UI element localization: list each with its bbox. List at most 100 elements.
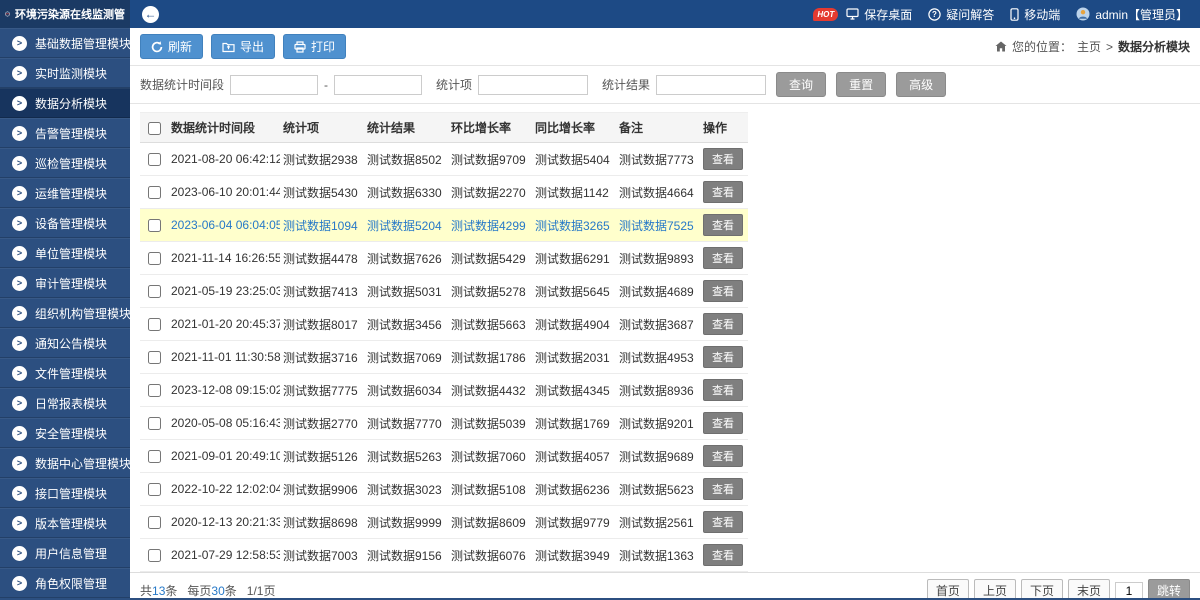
time-from-input[interactable] [230,75,318,95]
table-row: 2021-07-29 12:58:53测试数据7003测试数据9156测试数据6… [140,539,748,572]
breadcrumb-current: 数据分析模块 [1118,38,1190,55]
breadcrumb-home[interactable]: 主页 [1077,38,1101,55]
sidebar-item[interactable]: >运维管理模块 [0,178,130,208]
jump-button[interactable]: 跳转 [1148,579,1190,600]
table-row: 2021-11-14 16:26:55测试数据4478测试数据7626测试数据5… [140,242,748,275]
sidebar-item[interactable]: >版本管理模块 [0,508,130,538]
sidebar-item[interactable]: >基础数据管理模块 [0,28,130,58]
sidebar-item-label: 巡检管理模块 [35,155,107,172]
sidebar-item[interactable]: >巡检管理模块 [0,148,130,178]
sidebar-item[interactable]: >设备管理模块 [0,208,130,238]
row-checkbox[interactable] [148,219,161,232]
row-checkbox[interactable] [148,384,161,397]
sidebar-item[interactable]: >文件管理模块 [0,358,130,388]
row-checkbox[interactable] [148,483,161,496]
row-checkbox[interactable] [148,318,161,331]
save-desktop-button[interactable]: 保存桌面 [846,6,912,23]
stat-result-input[interactable] [656,75,766,95]
sidebar-item[interactable]: >单位管理模块 [0,238,130,268]
view-button[interactable]: 查看 [703,346,743,368]
cell-mom-rate: 测试数据9709 [448,143,532,176]
view-button[interactable]: 查看 [703,478,743,500]
page-nav-button[interactable]: 上页 [974,579,1016,600]
cell-yoy-rate: 测试数据6291 [532,242,616,275]
sidebar-item[interactable]: >告警管理模块 [0,118,130,148]
view-button[interactable]: 查看 [703,214,743,236]
refresh-icon [151,41,163,53]
row-checkbox[interactable] [148,351,161,364]
time-to-input[interactable] [334,75,422,95]
cell-stat-item: 测试数据2770 [280,407,364,440]
sidebar: >基础数据管理模块>实时监测模块>数据分析模块>告警管理模块>巡检管理模块>运维… [0,28,130,598]
cell-remark: 测试数据9893 [616,242,700,275]
sidebar-item[interactable]: >组织机构管理模块 [0,298,130,328]
jump-page-input[interactable] [1115,582,1143,600]
sidebar-item[interactable]: >数据分析模块 [0,88,130,118]
refresh-button[interactable]: 刷新 [140,34,203,59]
cell-yoy-rate: 测试数据1769 [532,407,616,440]
cell-mom-rate: 测试数据5108 [448,473,532,506]
pagination-bar: 共13条 每页30条 1/1页 首页上页下页末页 跳转 [130,572,1200,600]
sidebar-item[interactable]: >日常报表模块 [0,388,130,418]
view-button[interactable]: 查看 [703,148,743,170]
view-button[interactable]: 查看 [703,280,743,302]
phone-icon [1010,8,1019,21]
column-header: 统计结果 [364,113,448,143]
row-checkbox[interactable] [148,417,161,430]
select-all-checkbox[interactable] [148,122,161,135]
view-button[interactable]: 查看 [703,511,743,533]
cell-yoy-rate: 测试数据5645 [532,275,616,308]
per-page-text: 每页30条 [187,582,236,599]
view-button[interactable]: 查看 [703,313,743,335]
view-button[interactable]: 查看 [703,379,743,401]
sidebar-item-label: 用户信息管理 [35,545,107,562]
page-nav-button[interactable]: 末页 [1068,579,1110,600]
row-checkbox[interactable] [148,153,161,166]
header-actions: HOT 保存桌面 ? 疑问解答 移动端 admin【管理员】 [813,6,1188,23]
reset-button[interactable]: 重置 [836,72,886,97]
stat-item-input[interactable] [478,75,588,95]
user-menu[interactable]: admin【管理员】 [1076,6,1188,23]
view-button[interactable]: 查看 [703,445,743,467]
page-nav-button[interactable]: 首页 [927,579,969,600]
cell-stat-result: 测试数据5263 [364,440,448,473]
pagination-summary: 共13条 每页30条 1/1页 [140,582,275,599]
row-checkbox[interactable] [148,285,161,298]
export-button[interactable]: 导出 [211,34,275,59]
cell-stat-item: 测试数据3716 [280,341,364,374]
hot-badge: HOT [813,8,838,21]
sidebar-item[interactable]: >用户信息管理 [0,538,130,568]
cell-stat-result: 测试数据3456 [364,308,448,341]
sidebar-item[interactable]: >安全管理模块 [0,418,130,448]
sidebar-item[interactable]: >通知公告模块 [0,328,130,358]
back-arrow-icon[interactable]: ← [142,6,159,23]
cell-mom-rate: 测试数据4432 [448,374,532,407]
query-button[interactable]: 查询 [776,72,826,97]
row-checkbox[interactable] [148,450,161,463]
page-nav-button[interactable]: 下页 [1021,579,1063,600]
sidebar-item[interactable]: >实时监测模块 [0,58,130,88]
view-button[interactable]: 查看 [703,181,743,203]
view-button[interactable]: 查看 [703,412,743,434]
breadcrumb-label: 您的位置： [1012,38,1072,55]
row-checkbox[interactable] [148,516,161,529]
view-button[interactable]: 查看 [703,247,743,269]
mobile-button[interactable]: 移动端 [1010,6,1060,23]
sidebar-item[interactable]: >接口管理模块 [0,478,130,508]
row-checkbox[interactable] [148,549,161,562]
advanced-button[interactable]: 高级 [896,72,946,97]
sidebar-item[interactable]: >审计管理模块 [0,268,130,298]
cell-mom-rate: 测试数据7060 [448,440,532,473]
chevron-circle-icon: > [12,426,27,441]
cell-mom-rate: 测试数据8609 [448,506,532,539]
print-button[interactable]: 打印 [283,34,346,59]
view-button[interactable]: 查看 [703,544,743,566]
sidebar-item[interactable]: >数据中心管理模块 [0,448,130,478]
cell-remark: 测试数据5623 [616,473,700,506]
row-checkbox[interactable] [148,186,161,199]
help-button[interactable]: ? 疑问解答 [928,6,994,23]
row-checkbox[interactable] [148,252,161,265]
cell-remark: 测试数据8936 [616,374,700,407]
sidebar-item[interactable]: >角色权限管理 [0,568,130,598]
cell-mom-rate: 测试数据1786 [448,341,532,374]
